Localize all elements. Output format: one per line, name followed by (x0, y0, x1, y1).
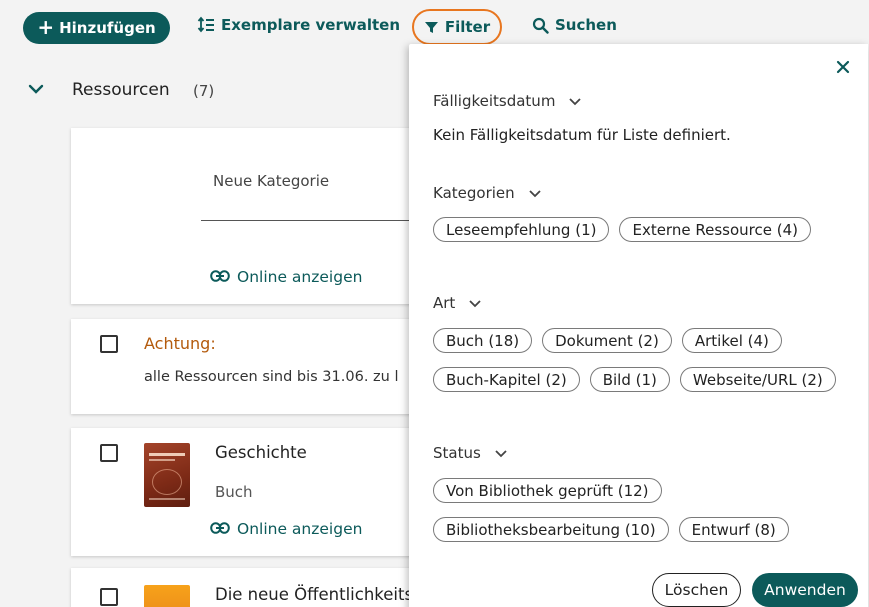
warning-text: alle Ressourcen sind bis 31.06. zu l (144, 369, 399, 385)
status-heading: Status (433, 444, 481, 462)
select-checkbox[interactable] (100, 588, 118, 606)
status-chip-group: Bibliotheksbearbeitung (10) Entwurf (8) (433, 517, 789, 542)
type-chip-group: Buch (18) Dokument (2) Artikel (4) (433, 328, 782, 353)
categories-filter-toggle[interactable]: Kategorien (433, 184, 541, 202)
book-cover-image (144, 585, 190, 607)
apply-button[interactable]: Anwenden (752, 573, 858, 607)
sort-list-icon (197, 16, 215, 34)
book-cover-image (144, 443, 190, 507)
categories-heading: Kategorien (433, 184, 515, 202)
resource-title[interactable]: Die neue Öffentlichkeits (215, 585, 413, 604)
close-icon[interactable] (836, 57, 850, 77)
filter-chip[interactable]: Bild (1) (589, 367, 670, 392)
filter-label: Filter (444, 18, 491, 36)
search-label: Suchen (555, 16, 617, 34)
due-date-text: Kein Fälligkeitsdatum für Liste definier… (433, 126, 731, 144)
filter-chip[interactable]: Buch (18) (433, 328, 533, 353)
filter-button[interactable]: Filter (412, 9, 502, 45)
section-collapse-toggle[interactable] (28, 80, 44, 99)
status-chip-group: Von Bibliothek geprüft (12) (433, 478, 662, 503)
type-chip-group: Buch-Kapitel (2) Bild (1) Webseite/URL (… (433, 367, 836, 392)
chevron-down-icon (469, 294, 481, 312)
warning-title: Achtung: (144, 334, 216, 353)
select-checkbox[interactable] (100, 335, 118, 353)
search-button[interactable]: Suchen (532, 16, 617, 34)
plus-icon: + (37, 15, 55, 39)
type-heading: Art (433, 294, 456, 312)
manage-copies-label: Exemplare verwalten (221, 16, 401, 34)
filter-panel: Fälligkeitsdatum Kein Fälligkeitsdatum f… (409, 44, 868, 607)
chevron-down-icon (529, 184, 541, 202)
due-date-filter-toggle[interactable]: Fälligkeitsdatum (433, 92, 582, 110)
search-icon (532, 17, 549, 34)
add-button[interactable]: + Hinzufügen (23, 12, 170, 44)
category-name-input[interactable]: Neue Kategorie (213, 172, 329, 190)
status-filter-toggle[interactable]: Status (433, 444, 507, 462)
due-date-heading: Fälligkeitsdatum (433, 92, 556, 110)
resource-type: Buch (215, 483, 253, 501)
chevron-down-icon (569, 92, 582, 110)
filter-chip[interactable]: Artikel (4) (681, 328, 782, 353)
filter-chip[interactable]: Dokument (2) (542, 328, 672, 353)
online-view-link[interactable]: Online anzeigen (210, 520, 362, 538)
filter-chip[interactable]: Externe Ressource (4) (619, 217, 811, 242)
add-button-label: Hinzufügen (59, 19, 156, 37)
link-icon (210, 520, 230, 538)
resource-title[interactable]: Geschichte (215, 443, 307, 462)
select-checkbox[interactable] (100, 444, 118, 462)
filter-chip[interactable]: Bibliotheksbearbeitung (10) (433, 517, 669, 542)
manage-copies-button[interactable]: Exemplare verwalten (197, 16, 400, 34)
online-view-label: Online anzeigen (237, 268, 363, 286)
section-count: (7) (193, 82, 215, 100)
filter-chip[interactable]: Leseempfehlung (1) (433, 217, 610, 242)
online-view-label: Online anzeigen (237, 520, 363, 538)
section-title: Ressourcen (72, 80, 170, 100)
link-icon (210, 268, 230, 286)
chevron-down-icon (28, 80, 44, 99)
categories-chip-group: Leseempfehlung (1) Externe Ressource (4) (433, 217, 811, 242)
online-view-link[interactable]: Online anzeigen (210, 268, 362, 286)
filter-chip[interactable]: Webseite/URL (2) (679, 367, 836, 392)
filter-chip[interactable]: Von Bibliothek geprüft (12) (433, 478, 662, 503)
filter-chip[interactable]: Entwurf (8) (678, 517, 789, 542)
type-filter-toggle[interactable]: Art (433, 294, 481, 312)
chevron-down-icon (495, 444, 507, 462)
clear-button[interactable]: Löschen (652, 573, 741, 607)
filter-icon (424, 20, 439, 35)
filter-chip[interactable]: Buch-Kapitel (2) (433, 367, 580, 392)
